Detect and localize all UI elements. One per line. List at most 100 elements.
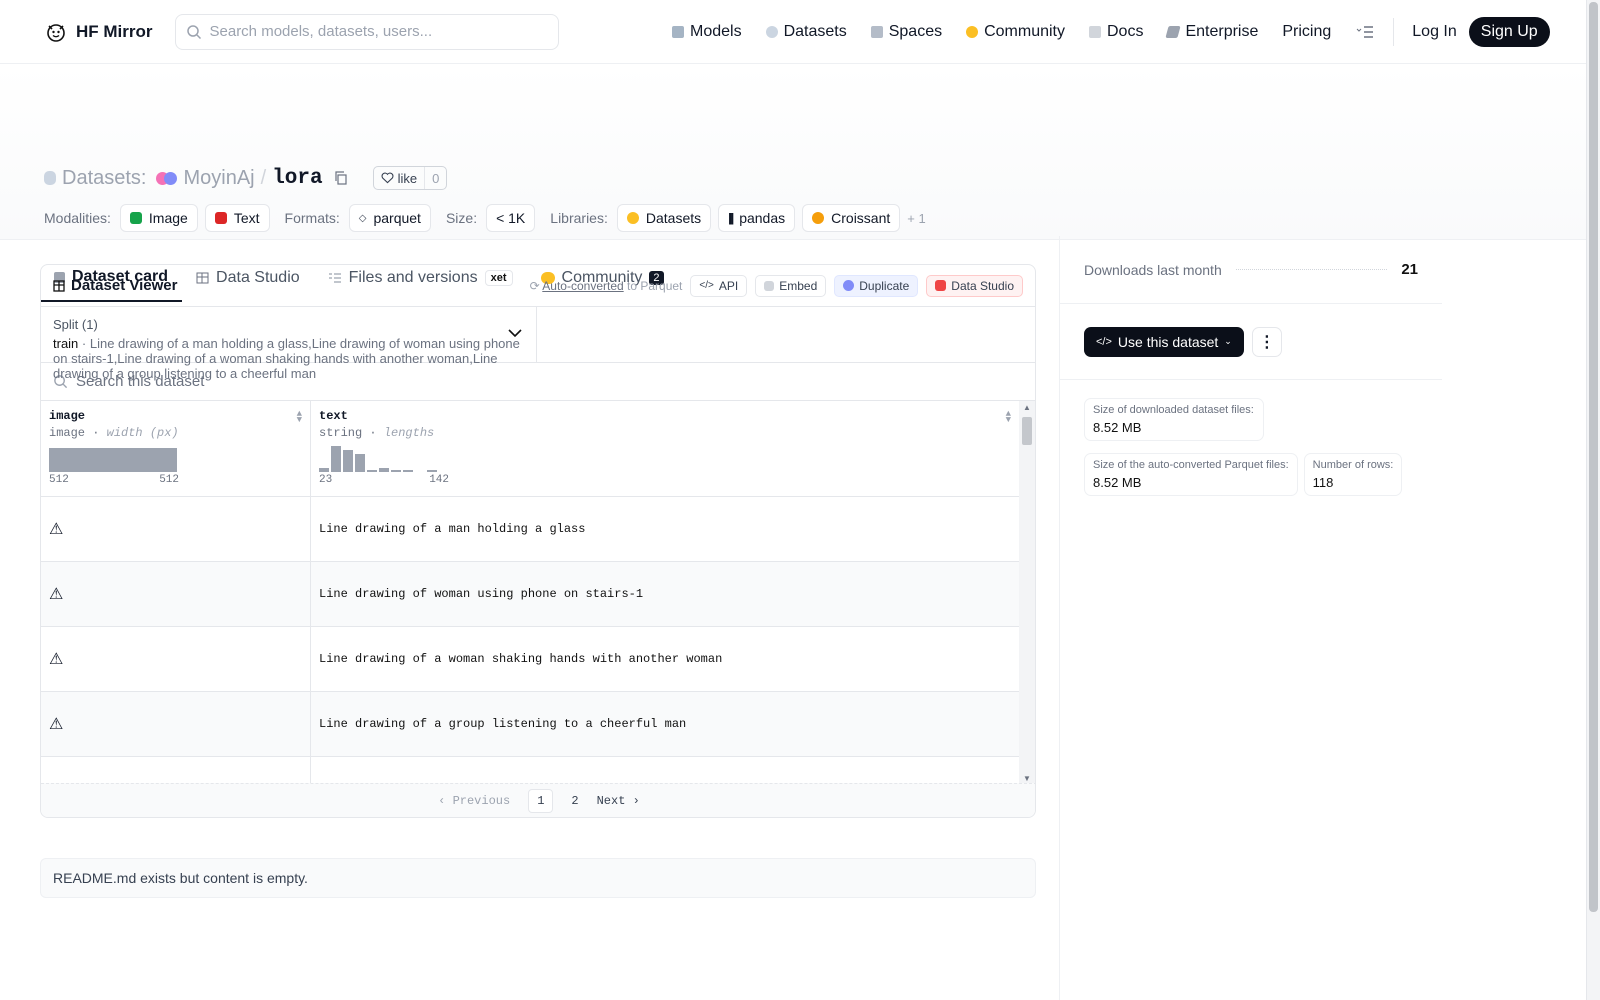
data-table: image image · width (px) ▲ ▼ 512 512 text … bbox=[41, 401, 1019, 785]
tag-text[interactable]: Text bbox=[204, 204, 270, 232]
tag-croissant-label: Croissant bbox=[831, 210, 891, 226]
histogram-bar[interactable] bbox=[49, 448, 177, 472]
warning-icon: ⚠ bbox=[49, 651, 64, 668]
embed-button[interactable]: Embed bbox=[755, 274, 827, 297]
scroll-down-icon[interactable]: ▼ bbox=[1023, 774, 1031, 783]
text-modality-icon bbox=[214, 212, 227, 224]
histogram-min: 23 bbox=[319, 474, 333, 486]
nav-menu-button[interactable] bbox=[1343, 25, 1387, 39]
nav-community[interactable]: Community bbox=[954, 23, 1077, 41]
page-2-button[interactable]: 2 bbox=[571, 794, 578, 808]
libraries-label: Libraries: bbox=[550, 210, 608, 226]
text-cell: Line drawing of woman using phone on sta… bbox=[319, 587, 644, 601]
histogram-bar[interactable] bbox=[391, 470, 401, 472]
tag-size[interactable]: < 1K bbox=[486, 204, 536, 232]
previous-page-button[interactable]: ‹ Previous bbox=[438, 794, 510, 808]
tag-pandas-label: pandas bbox=[739, 210, 786, 226]
nav-pricing[interactable]: Pricing bbox=[1270, 23, 1343, 41]
tag-text-label: Text bbox=[233, 210, 260, 226]
histogram-bar[interactable] bbox=[331, 446, 341, 472]
image-cell: ⚠ bbox=[41, 562, 311, 626]
histogram-bar[interactable] bbox=[367, 470, 377, 472]
scrollbar-thumb[interactable] bbox=[1022, 417, 1032, 445]
embed-button-label: Embed bbox=[779, 278, 818, 293]
nav-models[interactable]: Models bbox=[660, 23, 754, 41]
duplicate-button[interactable]: Duplicate bbox=[834, 274, 919, 297]
text-cell: Line drawing of a woman shaking hands wi… bbox=[319, 652, 723, 666]
sort-icon[interactable]: ▲ ▼ bbox=[1006, 410, 1011, 425]
row-count-stat: Number of rows: 118 bbox=[1303, 453, 1403, 496]
hf-datasets-icon bbox=[626, 212, 639, 224]
nav-datasets-label: Datasets bbox=[783, 23, 847, 40]
dataset-viewer: Dataset Viewer ⟳ Auto-converted to Parqu… bbox=[40, 264, 1036, 818]
sort-icon[interactable]: ▲ ▼ bbox=[297, 410, 302, 425]
next-label: Next bbox=[596, 793, 626, 808]
more-libraries[interactable]: + 1 bbox=[907, 211, 925, 226]
croissant-icon bbox=[812, 212, 825, 224]
login-link[interactable]: Log In bbox=[1400, 23, 1468, 41]
auto-converted-link[interactable]: Auto-converted bbox=[542, 279, 623, 293]
data-studio-button[interactable]: Data Studio bbox=[926, 274, 1023, 297]
histogram-max: 512 bbox=[159, 474, 179, 486]
nav-docs[interactable]: Docs bbox=[1077, 23, 1155, 41]
brand-logo[interactable]: HF Mirror bbox=[44, 20, 153, 44]
nav-spaces[interactable]: Spaces bbox=[859, 23, 954, 41]
column-type: string · lengths bbox=[319, 426, 435, 440]
column-header-text[interactable]: text string · lengths ▲ ▼ 23 142 bbox=[311, 401, 1019, 496]
histogram-bar[interactable] bbox=[427, 470, 437, 472]
tag-datasets-lib[interactable]: Datasets bbox=[616, 204, 712, 232]
readme-notice: README.md exists but content is empty. bbox=[40, 858, 1036, 898]
table-scrollbar[interactable]: ▲ ▼ bbox=[1019, 401, 1035, 785]
viewer-title: Dataset Viewer bbox=[53, 277, 177, 294]
signup-button[interactable]: Sign Up bbox=[1468, 17, 1550, 47]
global-search[interactable] bbox=[174, 13, 559, 50]
tag-pandas[interactable]: ||| pandas bbox=[718, 204, 796, 232]
spaces-icon bbox=[870, 26, 883, 38]
use-this-dataset-button[interactable]: </> Use this dataset ⌄ bbox=[1084, 326, 1244, 357]
column-type-name: string bbox=[319, 426, 363, 440]
tag-parquet[interactable]: ◇ parquet bbox=[348, 204, 431, 232]
text-cell: Line drawing of a group listening to a c… bbox=[319, 717, 687, 731]
sidebar: Downloads last month 21 </> Use this data… bbox=[1059, 236, 1442, 1000]
table-row[interactable] bbox=[41, 757, 1019, 785]
page-1-button[interactable]: 1 bbox=[528, 788, 554, 813]
like-button[interactable]: like 0 bbox=[372, 166, 448, 190]
nav-enterprise[interactable]: Enterprise bbox=[1155, 23, 1270, 41]
column-stat-label: lengths bbox=[383, 426, 435, 440]
histogram-bar[interactable] bbox=[379, 468, 389, 472]
column-header-image[interactable]: image image · width (px) ▲ ▼ 512 512 bbox=[41, 401, 311, 496]
table-icon bbox=[53, 279, 65, 292]
more-options-button[interactable]: ⋮ bbox=[1251, 326, 1282, 357]
next-page-button[interactable]: Next › bbox=[597, 794, 640, 808]
histogram-bar[interactable] bbox=[319, 468, 329, 472]
warning-icon: ⚠ bbox=[49, 716, 64, 733]
brand-name: HF Mirror bbox=[76, 21, 153, 41]
pandas-icon: ||| bbox=[728, 211, 734, 225]
table-row[interactable]: ⚠ Line drawing of a man holding a glass bbox=[41, 497, 1019, 562]
stat-value: 118 bbox=[1312, 475, 1334, 490]
like-label: like bbox=[397, 170, 418, 186]
page-scrollbar-thumb[interactable] bbox=[1589, 2, 1598, 912]
code-icon: </> bbox=[699, 280, 714, 291]
nav-datasets[interactable]: Datasets bbox=[754, 23, 859, 41]
tag-image[interactable]: Image bbox=[119, 204, 198, 232]
table-row[interactable]: ⚠ Line drawing of woman using phone on st… bbox=[41, 562, 1019, 627]
repo-owner-link[interactable]: MoyinAj bbox=[183, 167, 254, 190]
table-row[interactable]: ⚠ Line drawing of a group listening to a … bbox=[41, 692, 1019, 757]
table-row[interactable]: ⚠ Line drawing of a woman shaking hands w… bbox=[41, 627, 1019, 692]
tag-croissant[interactable]: Croissant bbox=[802, 204, 901, 232]
page-scrollbar[interactable] bbox=[1586, 0, 1600, 1000]
repo-name-link[interactable]: lora bbox=[272, 167, 322, 190]
image-modality-icon bbox=[129, 212, 142, 224]
viewer-actions: ⟳ Auto-converted to Parquet </> API Embed… bbox=[530, 274, 1023, 297]
histogram-bar[interactable] bbox=[355, 454, 365, 472]
split-count-label: Split (1) bbox=[53, 317, 98, 332]
stat-value: 8.52 MB bbox=[1093, 420, 1142, 435]
split-selector[interactable]: Split (1) train · Line drawing of a man … bbox=[41, 307, 537, 381]
api-button[interactable]: </> API bbox=[690, 274, 748, 297]
scroll-up-icon[interactable]: ▲ bbox=[1023, 403, 1031, 412]
histogram-bar[interactable] bbox=[343, 450, 353, 472]
histogram-bar[interactable] bbox=[403, 470, 413, 472]
global-search-input[interactable] bbox=[209, 23, 530, 40]
copy-icon[interactable] bbox=[333, 170, 349, 186]
